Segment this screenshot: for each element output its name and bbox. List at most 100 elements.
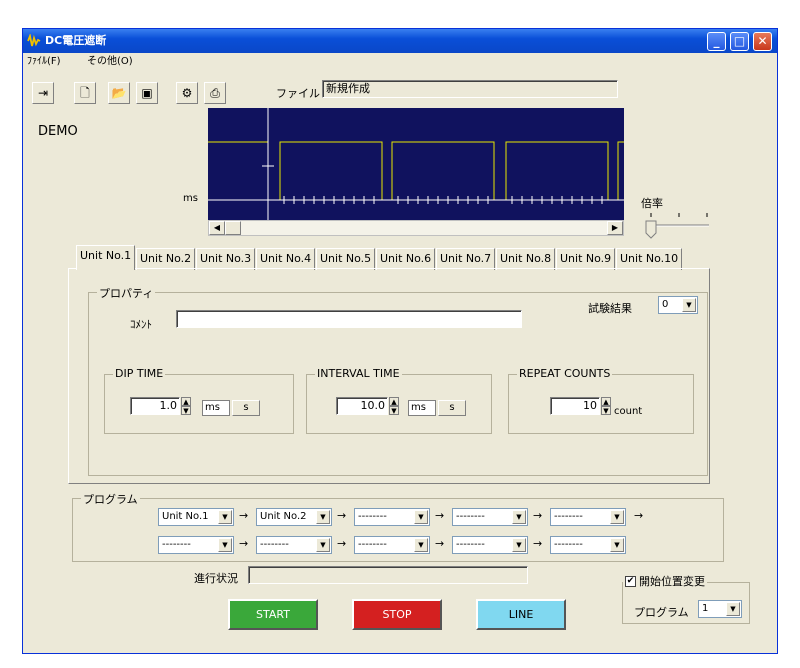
save-button[interactable]: ▣ [136, 82, 158, 104]
stop-button[interactable]: STOP [352, 599, 442, 630]
start-program-select[interactable]: 1 ▼ [698, 600, 742, 618]
flow-arrow: → [533, 509, 543, 522]
repeat-counts-spin-down[interactable]: ▼ [601, 406, 611, 415]
program-slot-2-value: Unit No.2 [260, 511, 307, 522]
start-position-title: ✔ 開始位置変更 [623, 573, 707, 589]
repeat-counts-unit: count [614, 406, 643, 417]
chart-unit-label: ms [183, 193, 198, 204]
tab-unit-4[interactable]: Unit No.4 [256, 248, 316, 270]
tab-unit-5[interactable]: Unit No.5 [316, 248, 376, 270]
start-program-label: プログラム [634, 606, 689, 619]
dip-time-unit-s[interactable]: s [232, 400, 260, 416]
program-title: プログラム [81, 491, 140, 507]
dip-time-spin-up[interactable]: ▲ [181, 397, 191, 406]
open-button[interactable]: 📂 [108, 82, 130, 104]
interval-time-spin-down[interactable]: ▼ [389, 406, 399, 415]
interval-time-unit-ms[interactable]: ms [408, 400, 436, 416]
minimize-icon: _ [713, 34, 720, 48]
program-slot-7[interactable]: -------- ▼ [256, 536, 332, 554]
tab-unit-6[interactable]: Unit No.6 [376, 248, 436, 270]
program-slot-7-value: -------- [260, 539, 289, 550]
scroll-left-button[interactable]: ◀ [209, 221, 225, 235]
test-result-value: 0 [662, 299, 669, 310]
tab-unit-8[interactable]: Unit No.8 [496, 248, 556, 270]
program-slot-6[interactable]: -------- ▼ [158, 536, 234, 554]
settings-icon: ⚙ [181, 86, 193, 100]
test-result-select[interactable]: 0 ▼ [658, 296, 698, 314]
zoom-slider[interactable] [643, 211, 717, 239]
settings-button[interactable]: ⚙ [176, 82, 198, 104]
repeat-counts-input[interactable]: 10 [550, 397, 600, 415]
demo-label: DEMO [38, 124, 78, 139]
chevron-down-icon: ▼ [414, 510, 428, 524]
comment-input[interactable] [176, 310, 522, 328]
save-icon: ▣ [141, 86, 153, 100]
chevron-down-icon: ▼ [610, 538, 624, 552]
arrow-right-icon: ▶ [611, 223, 619, 232]
test-result-label: 試験結果 [588, 302, 632, 315]
chevron-down-icon: ▼ [316, 538, 330, 552]
scroll-thumb[interactable] [225, 221, 241, 235]
tab-unit-9[interactable]: Unit No.9 [556, 248, 616, 270]
start-button[interactable]: START [228, 599, 318, 630]
line-button[interactable]: LINE [476, 599, 566, 630]
flow-arrow: → [239, 509, 249, 522]
dip-time-value: 1.0 [159, 399, 178, 412]
dip-time-unit-ms[interactable]: ms [202, 400, 230, 416]
close-icon: ✕ [757, 34, 768, 48]
tab-unit-7[interactable]: Unit No.7 [436, 248, 496, 270]
minimize-button[interactable]: _ [707, 32, 726, 51]
program-slot-4[interactable]: -------- ▼ [452, 508, 528, 526]
flow-arrow: → [533, 537, 543, 550]
program-slot-2[interactable]: Unit No.2 ▼ [256, 508, 332, 526]
program-slot-3[interactable]: -------- ▼ [354, 508, 430, 526]
new-button[interactable]: 🗋 [74, 82, 96, 104]
file-label: ファイル [276, 87, 320, 100]
maximize-icon: □ [733, 34, 746, 48]
menu-bar: ﾌｧｲﾙ(F) その他(O) [23, 53, 777, 70]
spin-up-icon: ▲ [391, 398, 397, 406]
menu-other[interactable]: その他(O) [87, 53, 133, 70]
dip-time-input[interactable]: 1.0 [130, 397, 180, 415]
chevron-down-icon: ▼ [218, 538, 232, 552]
chart-scrollbar[interactable]: ◀ ▶ [208, 220, 624, 236]
program-slot-10[interactable]: -------- ▼ [550, 536, 626, 554]
exit-button[interactable]: ⇥ [32, 82, 54, 104]
program-slot-8-value: -------- [358, 539, 387, 550]
open-folder-icon: 📂 [111, 86, 127, 100]
file-name-value: 新規作成 [326, 82, 370, 95]
tab-unit-2[interactable]: Unit No.2 [136, 248, 196, 270]
program-slot-8[interactable]: -------- ▼ [354, 536, 430, 554]
interval-time-spin-up[interactable]: ▲ [389, 397, 399, 406]
dip-time-spin-down[interactable]: ▼ [181, 406, 191, 415]
tab-unit-10[interactable]: Unit No.10 [616, 248, 683, 270]
arrow-left-icon: ◀ [213, 223, 221, 232]
title-bar: DC電圧遮断 _ □ ✕ [23, 29, 777, 53]
maximize-button[interactable]: □ [730, 32, 749, 51]
tab-unit-1[interactable]: Unit No.1 [76, 245, 136, 270]
waveform-chart [208, 108, 624, 220]
menu-file[interactable]: ﾌｧｲﾙ(F) [27, 53, 61, 70]
scroll-right-button[interactable]: ▶ [607, 221, 623, 235]
dip-time-title: DIP TIME [113, 367, 166, 380]
program-slot-5[interactable]: -------- ▼ [550, 508, 626, 526]
flow-arrow: → [239, 537, 249, 550]
spin-down-icon: ▼ [391, 407, 397, 415]
spin-down-icon: ▼ [183, 407, 189, 415]
print-preview-button[interactable]: ⎙ [204, 82, 226, 104]
chevron-down-icon: ▼ [218, 510, 232, 524]
repeat-counts-spin-up[interactable]: ▲ [601, 397, 611, 406]
close-button[interactable]: ✕ [753, 32, 772, 51]
interval-time-unit-s[interactable]: s [438, 400, 466, 416]
tab-unit-3[interactable]: Unit No.3 [196, 248, 256, 270]
start-position-checkbox[interactable]: ✔ [625, 575, 636, 587]
program-slot-1[interactable]: Unit No.1 ▼ [158, 508, 234, 526]
new-file-icon: 🗋 [80, 86, 90, 100]
repeat-counts-title: REPEAT COUNTS [517, 367, 613, 380]
spin-up-icon: ▲ [603, 398, 609, 406]
chevron-down-icon: ▼ [726, 602, 740, 616]
program-slot-9[interactable]: -------- ▼ [452, 536, 528, 554]
zoom-label: 倍率 [639, 195, 665, 211]
interval-time-input[interactable]: 10.0 [336, 397, 388, 415]
waveform-svg [208, 108, 624, 220]
